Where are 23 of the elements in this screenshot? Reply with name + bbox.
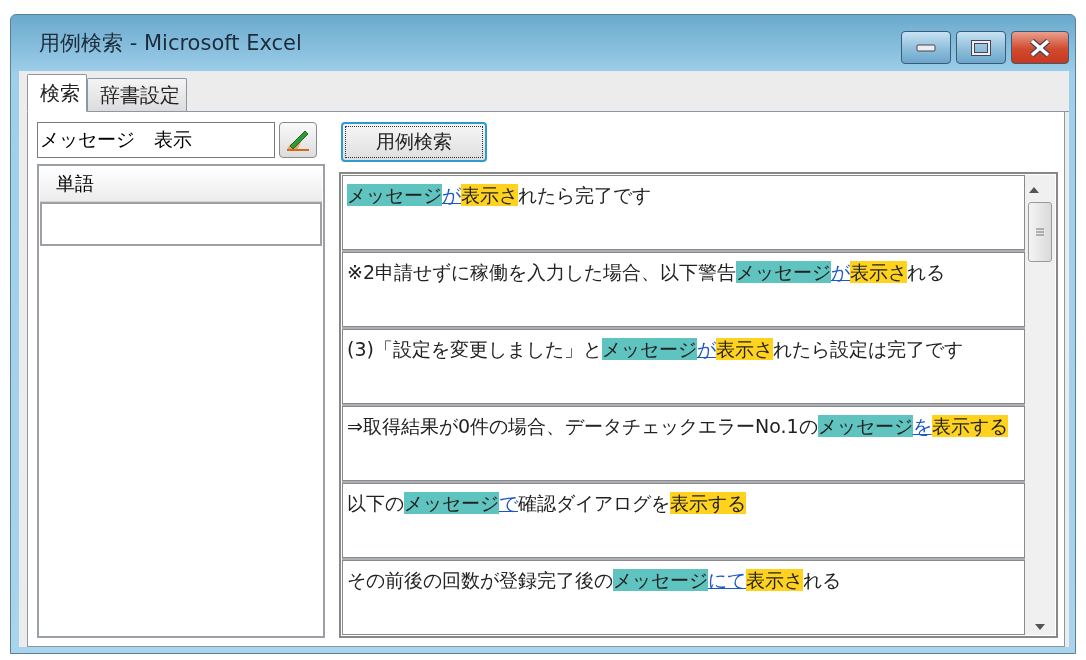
close-button[interactable] bbox=[1011, 31, 1069, 64]
scrollbar[interactable] bbox=[1025, 175, 1055, 635]
edit-button[interactable] bbox=[279, 122, 317, 158]
grip-icon bbox=[1035, 227, 1045, 237]
tab[interactable]: 検索 bbox=[27, 74, 87, 112]
minimize-button[interactable] bbox=[901, 31, 951, 64]
maximize-button[interactable] bbox=[956, 31, 1006, 64]
scroll-down-icon bbox=[1034, 623, 1046, 631]
window-title: 用例検索 - Microsoft Excel bbox=[38, 30, 302, 57]
result-sentence[interactable]: メッセージが表示されたら完了です bbox=[342, 175, 1025, 250]
scroll-up-icon bbox=[1028, 186, 1040, 194]
tab[interactable]: 辞書設定 bbox=[87, 78, 187, 111]
list-row[interactable] bbox=[40, 202, 322, 246]
search-field[interactable]: メッセージ 表示 bbox=[37, 122, 275, 158]
close-icon bbox=[1029, 38, 1051, 57]
scroll-thumb[interactable] bbox=[1028, 202, 1052, 262]
search-button[interactable]: 用例検索 bbox=[341, 122, 487, 162]
result-sentence[interactable]: その前後の回数が登録完了後のメッセージにて表示される bbox=[342, 560, 1025, 635]
result-sentence[interactable]: 以下のメッセージで確認ダイアログを表示する bbox=[342, 483, 1025, 558]
maximize-icon bbox=[971, 39, 991, 56]
pencil-icon bbox=[285, 128, 311, 152]
result-sentence[interactable]: ⇒取得結果が0件の場合、データチェックエラーNo.1のメッセージを表示する bbox=[342, 406, 1025, 481]
minimize-icon bbox=[916, 43, 936, 52]
